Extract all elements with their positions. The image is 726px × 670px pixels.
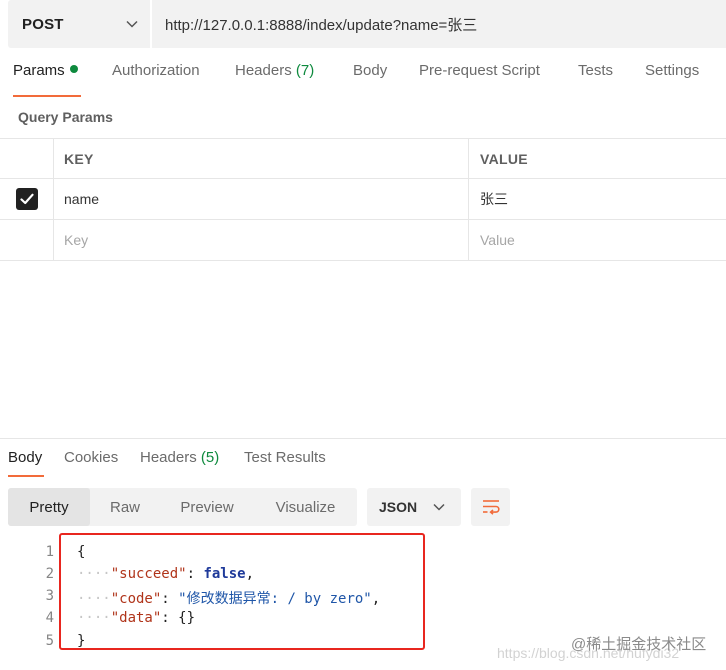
- chevron-down-icon: [433, 503, 445, 511]
- tab-headers-label: Headers: [235, 62, 292, 79]
- request-tabs: Params Authorization Headers (7) Body Pr…: [0, 62, 726, 98]
- chevron-down-icon: [126, 20, 138, 28]
- key-placeholder: Key: [64, 232, 89, 248]
- response-tab-headers-label: Headers: [140, 449, 197, 466]
- tab-authorization[interactable]: Authorization: [112, 62, 200, 79]
- params-table: KEY VALUE name 张三 Key Value: [0, 138, 726, 261]
- value-placeholder: Value: [480, 232, 515, 248]
- view-raw-button[interactable]: Raw: [90, 488, 160, 526]
- wrap-lines-icon: [482, 500, 500, 515]
- format-label: JSON: [379, 499, 418, 515]
- line-number: 5: [45, 633, 54, 649]
- tab-tests[interactable]: Tests: [578, 62, 613, 79]
- new-value-input[interactable]: Value: [469, 220, 726, 260]
- active-dot-icon: [69, 65, 78, 73]
- tab-params[interactable]: Params: [13, 62, 78, 79]
- line-number: 1: [45, 544, 54, 560]
- response-divider: [0, 438, 726, 439]
- tab-params-label: Params: [13, 62, 65, 79]
- tab-settings[interactable]: Settings: [645, 62, 699, 79]
- view-visualize-button[interactable]: Visualize: [254, 488, 357, 526]
- line-number: 4: [45, 610, 54, 626]
- param-key: name: [64, 191, 100, 207]
- header-value-cell: VALUE: [469, 139, 726, 178]
- row-check-cell: [0, 179, 54, 219]
- response-tabs: Body Cookies Headers (5) Test Results: [0, 449, 726, 479]
- table-header-row: KEY VALUE: [0, 138, 726, 179]
- method-label: POST: [22, 15, 64, 33]
- view-preview-button[interactable]: Preview: [160, 488, 254, 526]
- param-value-cell[interactable]: 张三: [469, 179, 726, 219]
- param-value: 张三: [480, 191, 508, 207]
- request-bar: POST http://127.0.0.1:8888/index/update?…: [8, 0, 726, 48]
- line-number: 2: [45, 566, 54, 582]
- column-header-value: VALUE: [480, 150, 528, 167]
- header-key-cell: KEY: [54, 139, 469, 178]
- tab-headers[interactable]: Headers (7): [235, 62, 314, 79]
- active-tab-underline: [13, 95, 81, 97]
- view-mode-group: Pretty Raw Preview Visualize: [8, 488, 357, 526]
- tab-body[interactable]: Body: [353, 62, 387, 79]
- query-params-title: Query Params: [18, 109, 113, 125]
- param-key-cell[interactable]: name: [54, 179, 469, 219]
- url-input[interactable]: http://127.0.0.1:8888/index/update?name=…: [152, 0, 726, 48]
- tab-prerequest-script[interactable]: Pre-request Script: [419, 62, 540, 79]
- response-tab-body[interactable]: Body: [8, 449, 42, 466]
- wrap-lines-button[interactable]: [471, 488, 510, 526]
- headers-count: (7): [295, 62, 315, 79]
- checkmark-icon: [19, 193, 34, 205]
- method-select[interactable]: POST: [8, 0, 150, 48]
- new-key-input[interactable]: Key: [54, 220, 469, 260]
- view-pretty-button[interactable]: Pretty: [8, 488, 90, 526]
- response-tab-headers[interactable]: Headers (5): [140, 449, 219, 466]
- column-header-key: KEY: [64, 150, 94, 167]
- response-headers-count: (5): [200, 449, 220, 466]
- highlight-annotation-box: [59, 533, 425, 650]
- table-row: name 张三: [0, 179, 726, 220]
- response-tab-test-results[interactable]: Test Results: [244, 449, 326, 466]
- table-row-new: Key Value: [0, 220, 726, 261]
- param-checkbox[interactable]: [15, 188, 38, 210]
- watermark-text: @稀土掘金技术社区: [571, 636, 707, 653]
- line-number: 3: [45, 588, 54, 604]
- format-select[interactable]: JSON: [367, 488, 461, 526]
- new-row-check-cell: [0, 220, 54, 260]
- url-text: http://127.0.0.1:8888/index/update?name=…: [165, 16, 478, 34]
- header-check-cell: [0, 139, 54, 178]
- response-tab-cookies[interactable]: Cookies: [64, 449, 118, 466]
- response-tab-underline: [8, 475, 44, 477]
